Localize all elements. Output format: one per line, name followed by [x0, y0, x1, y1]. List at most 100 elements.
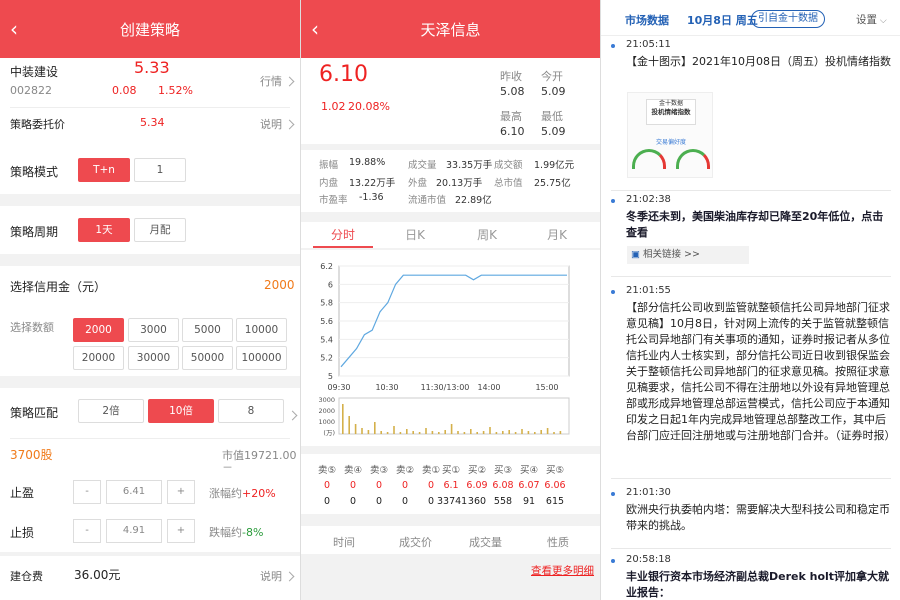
mode-section: 策略模式 T+n 1 — [0, 146, 300, 194]
divider — [611, 190, 891, 191]
amount-option[interactable]: 30000 — [128, 346, 179, 370]
source-badge[interactable]: 引自金十数据 — [751, 10, 825, 28]
related-link[interactable]: ▣ 相关链接 >> — [627, 246, 749, 264]
select-amount-label: 选择数额 — [10, 321, 54, 334]
image-title-box: 金十数据 投机情绪指数 — [646, 99, 696, 125]
volume-bar — [514, 432, 517, 434]
trade-headers: 时间 成交价 成交量 性质 — [301, 526, 600, 554]
amount-option[interactable]: 20000 — [73, 346, 124, 370]
take-profit-plus-button[interactable]: + — [167, 480, 195, 504]
news-item[interactable]: 20:58:18 丰业银行资本市场经济副总裁Derek holt评加拿大就业报告… — [611, 553, 895, 600]
buy-price: 6.1 — [443, 480, 459, 491]
chevron-right-icon — [284, 119, 295, 130]
divider — [10, 107, 290, 108]
volume-bar — [527, 431, 530, 434]
tab-daily[interactable]: 日K — [385, 226, 445, 243]
more-details-link[interactable]: 查看更多明细 — [531, 563, 594, 578]
buy-volume: 360 — [467, 496, 487, 507]
order-book-label: 卖③ — [369, 465, 389, 476]
take-profit-note-label: 涨幅约 — [209, 487, 242, 500]
volume-bar — [463, 432, 466, 434]
volume-tick-label: 1000 — [318, 418, 335, 426]
match-option-2x[interactable]: 2倍 — [78, 399, 144, 423]
mode-option-tn[interactable]: T+n — [78, 158, 130, 182]
chevron-down-icon: ⌵ — [877, 16, 887, 26]
explain-link[interactable]: 说明 — [260, 116, 295, 132]
order-book-label: 买④ — [519, 465, 539, 476]
news-item[interactable]: 21:05:11 【金十图示】2021年10月08日（周五）投机情绪指数 金十数… — [611, 38, 895, 190]
bullet-icon — [611, 290, 615, 294]
settings-label: 设置 — [856, 14, 877, 26]
open-label: 今开 — [541, 70, 563, 83]
quote-link-label: 行情 — [260, 75, 282, 88]
credit-value: 2000 — [264, 278, 295, 292]
stat-label: 总市值 — [494, 178, 523, 189]
back-icon[interactable]: ‹ — [10, 18, 30, 40]
news-time: 21:01:55 — [626, 285, 671, 296]
take-profit-input[interactable]: 6.41 — [106, 480, 162, 504]
volume-bar — [444, 430, 446, 434]
amount-option[interactable]: 2000 — [73, 318, 124, 342]
news-item[interactable]: 21:01:55 【部分信托公司收到监管就整顿信托公司异地部门征求意见稿】10月… — [611, 284, 896, 480]
stop-loss-plus-button[interactable]: + — [167, 519, 195, 543]
image-caption: 交易偏好度 — [655, 139, 686, 146]
high-label: 最高 — [500, 110, 522, 123]
quote-link[interactable]: 行情 — [260, 73, 295, 89]
sentiment-image[interactable]: 金十数据 投机情绪指数 交易偏好度 — [627, 92, 713, 178]
settings-menu[interactable]: 设置 ⌵ — [856, 12, 887, 27]
period-option-1day[interactable]: 1天 — [78, 218, 130, 242]
news-time: 21:02:38 — [626, 194, 671, 205]
news-date: 10月8日 周五 — [687, 14, 758, 27]
fee-section: 建仓费 36.00元 说明 — [0, 556, 300, 600]
stat-label: 内盘 — [319, 178, 339, 189]
take-profit-minus-button[interactable]: - — [73, 480, 101, 504]
stat-value: 1.99亿元 — [534, 160, 575, 171]
stop-loss-input[interactable]: 4.91 — [106, 519, 162, 543]
tab-monthly[interactable]: 月K — [527, 226, 587, 243]
volume-bar — [470, 429, 472, 434]
y-tick-label: 5.2 — [320, 354, 333, 363]
volume-bar — [450, 424, 453, 434]
volume-bar — [412, 431, 414, 434]
order-book-label: 卖⑤ — [317, 465, 337, 476]
news-item[interactable]: 21:02:38 冬季还未到，美国柴油库存却已降至20年低位，点击查看 ▣ 相关… — [611, 193, 895, 273]
stops-section: 止盈 - 6.41 + 涨幅约+20% 止损 - 4.91 + 跌幅约-8% — [0, 470, 300, 552]
scroll-right-icon[interactable] — [285, 404, 298, 423]
low-label: 最低 — [541, 110, 563, 123]
volume-bar — [425, 428, 427, 434]
news-item[interactable]: 21:01:30 欧洲央行执委帕内塔：需要解决大型科技公司和稳定币带来的挑战。 — [611, 486, 895, 546]
back-icon[interactable]: ‹ — [311, 18, 331, 40]
amount-option[interactable]: 100000 — [236, 346, 287, 370]
buy-price: 6.09 — [466, 480, 488, 491]
sell-volume: 0 — [323, 496, 331, 507]
divider — [611, 548, 891, 549]
trade-header-volume: 成交量 — [469, 536, 502, 549]
mode-option-1[interactable]: 1 — [134, 158, 186, 182]
stop-loss-minus-button[interactable]: - — [73, 519, 101, 543]
stat-value: 25.75亿 — [534, 178, 571, 189]
fee-explain-link[interactable]: 说明 — [260, 568, 295, 584]
news-header: 市场数据 10月8日 周五 引自金十数据 设置 ⌵ — [601, 0, 900, 36]
match-option-8[interactable]: 8 — [218, 399, 284, 423]
amount-option[interactable]: 10000 — [236, 318, 287, 342]
volume-bar — [553, 432, 555, 434]
amount-option[interactable]: 3000 — [128, 318, 179, 342]
volume-bar — [546, 428, 549, 434]
amount-option[interactable]: 50000 — [182, 346, 233, 370]
tab-minute[interactable]: 分时 — [313, 226, 373, 243]
news-panel: 市场数据 10月8日 周五 引自金十数据 设置 ⌵ 21:05:11 【金十图示… — [600, 0, 900, 600]
tab-weekly[interactable]: 周K — [457, 226, 517, 243]
chevron-right-icon — [284, 571, 295, 582]
period-option-monthly[interactable]: 月配 — [134, 218, 186, 242]
match-option-10x[interactable]: 10倍 — [148, 399, 214, 423]
volume-bar — [367, 430, 370, 434]
buy-volume: 615 — [545, 496, 565, 507]
buy-price: 6.08 — [492, 480, 514, 491]
match-section: 策略匹配 2倍 10倍 8 3700股 市值19721.00元 — [0, 388, 300, 478]
trade-header-price: 成交价 — [399, 536, 432, 549]
news-title: 市场数据 — [625, 14, 669, 27]
stat-value: 22.89亿 — [455, 195, 492, 206]
buy-volume: 91 — [522, 496, 536, 507]
news-text: 【金十图示】2021年10月08日（周五）投机情绪指数 — [626, 55, 891, 68]
amount-option[interactable]: 5000 — [182, 318, 233, 342]
